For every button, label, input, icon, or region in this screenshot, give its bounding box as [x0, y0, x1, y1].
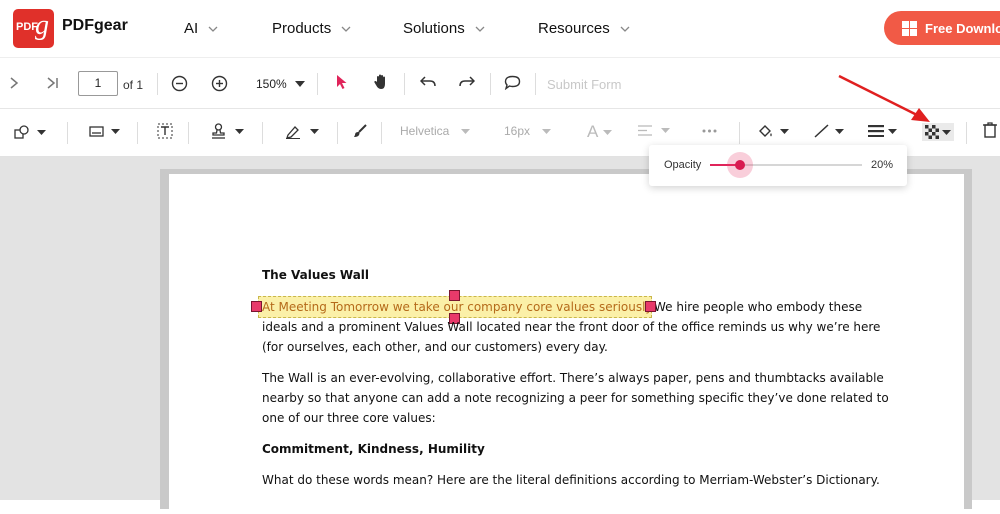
caret-down-icon — [294, 81, 305, 87]
windows-icon — [902, 20, 917, 36]
signature-pen-icon — [286, 126, 300, 139]
redo-icon[interactable] — [459, 76, 475, 88]
doc-paragraph-line: ideals and a prominent Values Wall locat… — [262, 320, 881, 334]
line-icon — [814, 124, 829, 138]
signature-tool-dropdown[interactable] — [285, 124, 319, 139]
highlighted-sentence: At Meeting Tomorrow we take our company … — [262, 300, 655, 314]
chevron-down-icon — [208, 26, 218, 32]
divider — [157, 73, 158, 95]
chevron-down-icon — [475, 26, 485, 32]
divider — [535, 73, 536, 95]
resize-handle-left[interactable] — [251, 301, 262, 312]
nav-item-products[interactable]: Products — [272, 20, 351, 37]
resize-handle-top[interactable] — [449, 290, 460, 301]
select-pointer-icon[interactable] — [336, 74, 348, 90]
font-family-select[interactable]: Helvetica — [400, 124, 471, 138]
shape-tool-dropdown[interactable] — [14, 125, 46, 140]
stamp-icon — [212, 123, 225, 139]
resize-handle-right[interactable] — [645, 301, 656, 312]
chevron-down-icon — [341, 26, 351, 32]
trash-icon[interactable] — [983, 122, 997, 138]
divider — [490, 73, 491, 95]
brand-name[interactable]: PDFgear — [62, 17, 128, 35]
opacity-popup: Opacity 20% — [649, 145, 907, 186]
caret-down-icon — [661, 128, 670, 133]
divider — [404, 73, 405, 95]
stamp-box-dropdown[interactable] — [89, 125, 120, 138]
chevron-down-icon — [620, 26, 630, 32]
hand-tool-icon[interactable] — [373, 73, 390, 91]
fill-color-dropdown[interactable] — [758, 124, 789, 139]
zoom-level-value: 150% — [256, 77, 287, 91]
pdfgear-logo[interactable]: PDF g — [13, 9, 54, 48]
brush-icon[interactable] — [352, 123, 368, 139]
next-page-icon[interactable] — [8, 76, 20, 90]
zoom-level-select[interactable]: 150% — [256, 77, 305, 91]
stamp-tool-dropdown[interactable] — [211, 123, 244, 139]
doc-paragraph-line: What do these words mean? Here are the l… — [262, 473, 880, 487]
submit-form-button[interactable]: Submit Form — [547, 77, 621, 92]
divider — [337, 122, 338, 144]
font-family-value: Helvetica — [400, 124, 450, 138]
text-align-dropdown[interactable] — [638, 125, 670, 136]
free-download-button[interactable]: Free Download — [884, 11, 1000, 45]
doc-paragraph-line: one of our three core values: — [262, 411, 436, 425]
caret-down-icon — [37, 130, 46, 135]
caret-down-icon — [603, 129, 613, 135]
text-box-icon — [89, 126, 104, 137]
caret-down-icon — [780, 129, 789, 134]
font-color-dropdown[interactable]: A — [587, 122, 613, 142]
nav-item-label: Solutions — [403, 20, 465, 37]
caret-down-icon — [942, 129, 951, 135]
nav-item-label: AI — [184, 20, 199, 37]
doc-heading-core-values: Commitment, Kindness, Humility — [262, 442, 485, 456]
font-size-select[interactable]: 16px — [504, 124, 552, 138]
more-options-icon[interactable] — [702, 129, 717, 133]
logo-script-g: g — [35, 10, 49, 41]
nav-item-ai[interactable]: AI — [184, 20, 218, 37]
divider — [137, 122, 138, 144]
divider — [966, 122, 967, 144]
nav-item-resources[interactable]: Resources — [538, 20, 630, 37]
undo-icon[interactable] — [420, 76, 436, 88]
divider — [67, 122, 68, 144]
opacity-value: 20% — [871, 159, 894, 171]
nav-item-label: Products — [272, 20, 332, 37]
caret-down-icon — [542, 128, 552, 134]
divider — [262, 122, 263, 144]
doc-paragraph-line: We hire people who embody these — [654, 300, 863, 314]
divider — [188, 122, 189, 144]
text-field-icon[interactable] — [157, 123, 173, 139]
font-size-value: 16px — [504, 124, 531, 138]
nav-item-label: Resources — [538, 20, 610, 37]
free-download-label: Free Download — [925, 20, 1000, 36]
comment-icon[interactable] — [504, 75, 521, 90]
doc-paragraph-line: nearby so that anyone can add a note rec… — [262, 391, 889, 405]
caret-down-icon — [235, 128, 244, 134]
doc-paragraph-line: (for ourselves, each other, and our cust… — [262, 340, 608, 354]
zoom-in-icon[interactable] — [211, 75, 228, 92]
divider — [381, 122, 382, 144]
divider — [317, 73, 318, 95]
opacity-label: Opacity — [664, 159, 702, 171]
last-page-icon[interactable] — [46, 76, 60, 90]
nav-item-solutions[interactable]: Solutions — [403, 20, 485, 37]
caret-down-icon — [461, 128, 471, 134]
page-total-label: of 1 — [123, 78, 144, 92]
align-left-icon — [638, 125, 652, 136]
zoom-out-icon[interactable] — [171, 75, 188, 92]
page-number-input[interactable]: 1 — [78, 71, 118, 96]
font-color-a-icon: A — [587, 122, 599, 141]
top-navbar: PDF g PDFgear AI Products Solutions Reso… — [0, 0, 1000, 57]
doc-heading-values-wall: The Values Wall — [262, 268, 370, 282]
shapes-icon — [14, 125, 29, 139]
red-pointer-arrow-icon — [838, 74, 930, 122]
divider — [739, 122, 740, 144]
caret-down-icon — [111, 129, 120, 134]
paint-bucket-icon — [759, 125, 772, 137]
caret-down-icon — [310, 129, 319, 134]
doc-paragraph-line: The Wall is an ever-evolving, collaborat… — [262, 371, 884, 385]
